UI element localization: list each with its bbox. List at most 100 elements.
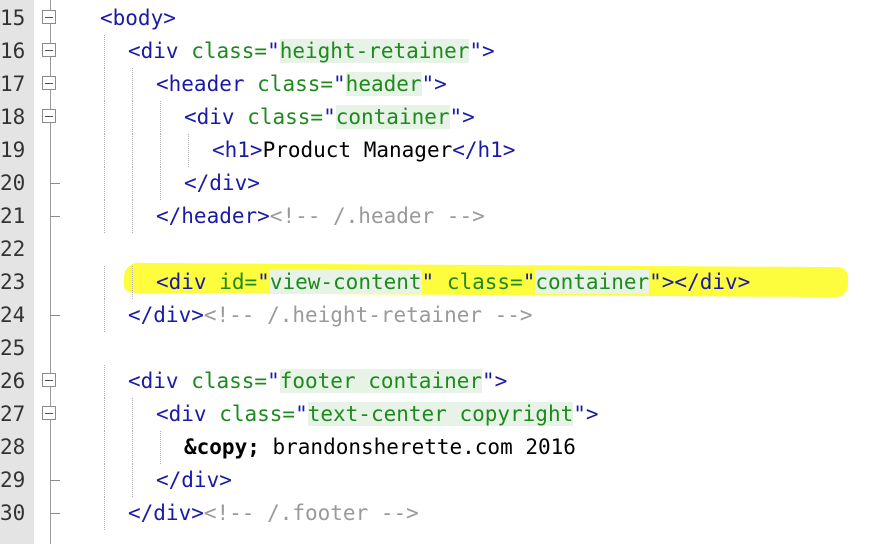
indent-guide [132,68,133,101]
line-number: 23 [0,270,24,294]
indent-guide [132,167,133,200]
code-line[interactable]: 20 </div> [0,167,878,200]
code-line[interactable]: 17 <header class="header"> [0,68,878,101]
code-line[interactable]: 16 <div class="height-retainer"> [0,35,878,68]
code-token: container [335,105,450,129]
code-text: <div class="height-retainer"> [128,35,495,68]
code-token: text-center copyright [307,402,574,426]
code-line[interactable]: 26 <div class="footer container"> [0,365,878,398]
fold-end-marker [50,315,60,316]
indent-guide [160,134,161,167]
code-token: " [421,270,447,294]
code-line[interactable]: 15 <body> [0,2,878,35]
code-text: <div class="text-center copyright"> [156,398,599,431]
code-token: "> [469,39,495,63]
line-number: 24 [0,303,24,327]
fold-toggle-icon[interactable] [42,76,56,90]
code-token: <h1> [212,138,263,162]
code-token: <header [156,72,258,96]
fold-end-marker [50,513,60,514]
code-token: "></div> [649,270,751,294]
indent-guide [104,167,105,200]
code-token: "> [421,72,447,96]
code-token: <!-- /.header --> [269,204,485,228]
code-token: </div> [156,468,232,492]
indent-guide [104,398,105,431]
code-token: </div> [184,171,260,195]
code-token: " [522,270,536,294]
fold-end-marker [50,216,60,217]
indent-guide [104,134,105,167]
code-token: <div [156,402,220,426]
line-number: 25 [0,336,24,360]
indent-guide [104,431,105,464]
indent-guide [160,101,161,134]
line-number: 28 [0,435,24,459]
code-text: <body> [100,2,176,35]
fold-toggle-icon[interactable] [42,10,56,24]
code-line[interactable]: 30 </div><!-- /.footer --> [0,497,878,530]
code-line[interactable]: 24 </div><!-- /.height-retainer --> [0,299,878,332]
code-token: <div [156,270,220,294]
code-token: "> [449,105,475,129]
code-line[interactable]: 28 &copy; brandonsherette.com 2016 [0,431,878,464]
code-text: </div><!-- /.height-retainer --> [128,299,533,332]
code-token: class= [191,369,268,393]
code-text: <div id="view-content" class="container"… [156,266,750,299]
code-token: id= [219,270,258,294]
indent-guide [160,167,161,200]
indent-guide [104,200,105,233]
code-text: <div class="container"> [184,101,475,134]
code-token: </div> [128,303,204,327]
code-token: class= [257,72,334,96]
code-line[interactable]: 19 <h1>Product Manager</h1> [0,134,878,167]
code-token: <body> [100,6,176,30]
code-text: </div> [184,167,260,200]
code-token: " [267,39,280,63]
indent-guide [132,431,133,464]
line-number: 16 [0,39,24,63]
indent-guide [132,200,133,233]
code-token: " [267,369,280,393]
indent-guide [104,68,105,101]
fold-toggle-icon[interactable] [42,373,56,387]
indent-guide [104,299,105,332]
code-token: </h1> [452,138,516,162]
line-number: 22 [0,237,24,261]
code-text: &copy; brandonsherette.com 2016 [184,431,576,464]
code-token: </header> [156,204,270,228]
indent-guide [104,497,105,530]
line-number: 20 [0,171,24,195]
code-text: </header><!-- /.header --> [156,200,485,233]
line-number: 18 [0,105,24,129]
line-number: 19 [0,138,24,162]
code-token: " [323,105,336,129]
line-number: 21 [0,204,24,228]
code-text: </div><!-- /.footer --> [128,497,419,530]
code-line[interactable]: 27 <div class="text-center copyright"> [0,398,878,431]
fold-toggle-icon[interactable] [42,43,56,57]
code-token: &copy; [184,435,260,459]
indent-guide [104,35,105,68]
fold-toggle-icon[interactable] [42,109,56,123]
code-text: <div class="footer container"> [128,365,507,398]
code-token: class= [247,105,324,129]
line-number: 26 [0,369,24,393]
indent-guide [132,398,133,431]
code-line[interactable]: 22 [0,233,878,266]
fold-toggle-icon[interactable] [42,406,56,420]
code-line[interactable]: 18 <div class="container"> [0,101,878,134]
code-token: " [333,72,346,96]
code-line[interactable]: 21 </header><!-- /.header --> [0,200,878,233]
fold-end-marker [50,183,60,184]
indent-guide [160,431,161,464]
code-line[interactable]: 29 </div> [0,464,878,497]
code-text: <h1>Product Manager</h1> [212,134,515,167]
code-token: header [345,72,422,96]
line-number: 30 [0,501,24,525]
code-line[interactable]: 23 <div id="view-content" class="containe… [0,266,878,299]
indent-guide [132,266,133,299]
indent-guide [104,365,105,398]
code-line[interactable]: 25 [0,332,878,365]
code-token: " [295,402,308,426]
